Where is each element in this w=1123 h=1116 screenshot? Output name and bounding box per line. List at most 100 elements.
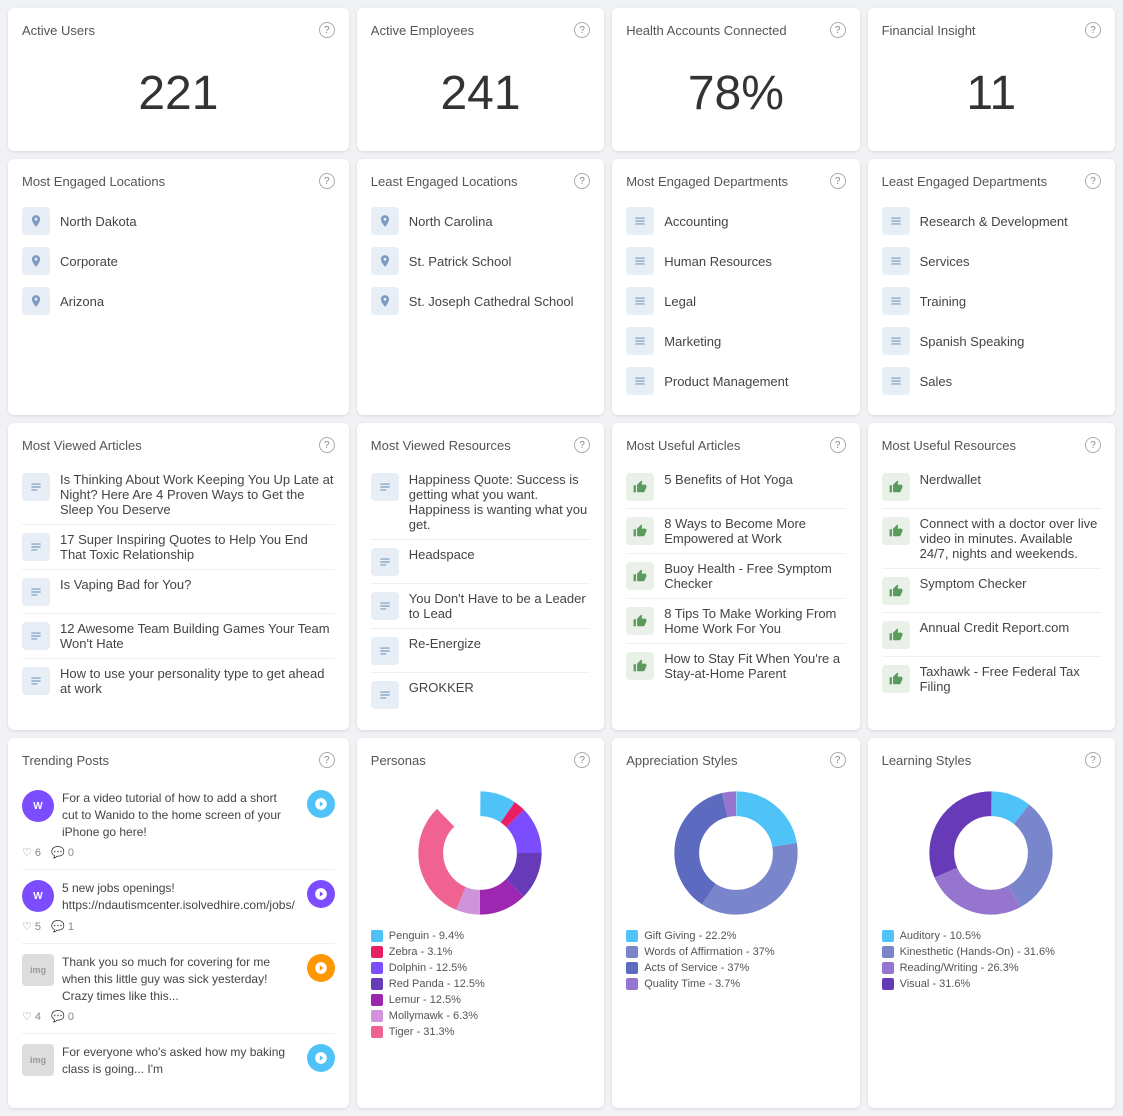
legend-item: Penguin - 9.4% <box>371 928 590 944</box>
list-item: Is Thinking About Work Keeping You Up La… <box>22 465 335 525</box>
stat-title-financial-insight: Financial Insight <box>882 23 976 38</box>
help-icon-health-accounts[interactable]: ? <box>830 22 846 38</box>
resource-label: Taxhawk - Free Federal Tax Filing <box>920 664 1101 694</box>
dept-icon <box>882 287 910 315</box>
list-item: img Thank you so much for covering for m… <box>22 944 335 1034</box>
resource-icon <box>371 637 399 665</box>
help-icon-most-useful-articles[interactable]: ? <box>830 437 846 453</box>
location-icon <box>371 287 399 315</box>
resource-label: Re-Energize <box>409 636 481 651</box>
list-item: 5 Benefits of Hot Yoga <box>626 465 845 509</box>
legend-item: Red Panda - 12.5% <box>371 976 590 992</box>
dept-icon <box>882 247 910 275</box>
list-item: Corporate <box>22 241 335 281</box>
dashboard: Active Users ? 221 Active Employees ? 24… <box>0 0 1123 1116</box>
location-label: Corporate <box>60 254 118 269</box>
stat-financial-insight: Financial Insight ? 11 <box>868 8 1115 151</box>
help-icon-active-employees[interactable]: ? <box>574 22 590 38</box>
list-item: img For everyone who's asked how my baki… <box>22 1034 335 1094</box>
stat-value-health-accounts: 78% <box>626 50 845 137</box>
post-comments: 💬 0 <box>51 1010 74 1023</box>
dept-label: Spanish Speaking <box>920 334 1025 349</box>
help-icon-personas[interactable]: ? <box>574 752 590 768</box>
location-icon <box>22 247 50 275</box>
legend-item: Kinesthetic (Hands-On) - 31.6% <box>882 944 1101 960</box>
help-icon-appreciation-styles[interactable]: ? <box>830 752 846 768</box>
dept-label: Sales <box>920 374 953 389</box>
post-comments: 💬 0 <box>51 846 74 859</box>
dept-label: Training <box>920 294 966 309</box>
article-label: 8 Ways to Become More Empowered at Work <box>664 516 845 546</box>
post-avatar: img <box>22 954 54 986</box>
most-engaged-departments-title: Most Engaged Departments <box>626 174 788 189</box>
legend-item: Lemur - 12.5% <box>371 992 590 1008</box>
appreciation-donut-container: Gift Giving - 22.2% Words of Affirmation… <box>626 780 845 1000</box>
help-icon-active-users[interactable]: ? <box>319 22 335 38</box>
list-item: Symptom Checker <box>882 569 1101 613</box>
location-icon <box>22 207 50 235</box>
help-icon-most-engaged-departments[interactable]: ? <box>830 173 846 189</box>
resource-label: Symptom Checker <box>920 576 1027 591</box>
help-icon-trending-posts[interactable]: ? <box>319 752 335 768</box>
list-item: 8 Ways to Become More Empowered at Work <box>626 509 845 554</box>
article-label: How to use your personality type to get … <box>60 666 335 696</box>
dept-label: Product Management <box>664 374 788 389</box>
stat-health-accounts: Health Accounts Connected ? 78% <box>612 8 859 151</box>
legend-item: Visual - 31.6% <box>882 976 1101 992</box>
post-badge <box>307 954 335 982</box>
thumbs-up-icon <box>882 621 910 649</box>
legend-item: Tiger - 31.3% <box>371 1024 590 1040</box>
list-item: Nerdwallet <box>882 465 1101 509</box>
trending-posts-title: Trending Posts <box>22 753 109 768</box>
resource-label: Annual Credit Report.com <box>920 620 1070 635</box>
thumbs-up-icon <box>626 473 654 501</box>
list-item: Marketing <box>626 321 845 361</box>
dept-label: Human Resources <box>664 254 772 269</box>
help-icon-least-engaged-locations[interactable]: ? <box>574 173 590 189</box>
help-icon-most-viewed-resources[interactable]: ? <box>574 437 590 453</box>
least-engaged-departments-title: Least Engaged Departments <box>882 174 1048 189</box>
help-icon-least-engaged-departments[interactable]: ? <box>1085 173 1101 189</box>
location-label: St. Patrick School <box>409 254 512 269</box>
post-avatar: W <box>22 880 54 912</box>
article-icon <box>22 622 50 650</box>
help-icon-most-engaged-locations[interactable]: ? <box>319 173 335 189</box>
list-item: St. Patrick School <box>371 241 590 281</box>
resource-label: You Don't Have to be a Leader to Lead <box>409 591 590 621</box>
help-icon-most-viewed-articles[interactable]: ? <box>319 437 335 453</box>
most-useful-resources: Most Useful Resources ? Nerdwallet Conne… <box>868 423 1115 730</box>
help-icon-learning-styles[interactable]: ? <box>1085 752 1101 768</box>
list-item: 12 Awesome Team Building Games Your Team… <box>22 614 335 659</box>
appreciation-styles-title: Appreciation Styles <box>626 753 737 768</box>
learning-styles-title: Learning Styles <box>882 753 972 768</box>
location-label: North Dakota <box>60 214 137 229</box>
learning-legend: Auditory - 10.5% Kinesthetic (Hands-On) … <box>882 928 1101 992</box>
help-icon-most-useful-resources[interactable]: ? <box>1085 437 1101 453</box>
article-icon <box>22 533 50 561</box>
list-item: St. Joseph Cathedral School <box>371 281 590 321</box>
thumbs-up-icon <box>882 665 910 693</box>
list-item: North Dakota <box>22 201 335 241</box>
personas-card: Personas ? Penguin - 9.4% Zebra - 3.1% D… <box>357 738 604 1108</box>
dept-icon <box>626 287 654 315</box>
most-useful-articles: Most Useful Articles ? 5 Benefits of Hot… <box>612 423 859 730</box>
most-viewed-articles: Most Viewed Articles ? Is Thinking About… <box>8 423 349 730</box>
post-avatar: img <box>22 1044 54 1076</box>
resource-label: Happiness Quote: Success is getting what… <box>409 472 590 532</box>
least-engaged-locations-title: Least Engaged Locations <box>371 174 518 189</box>
dept-label: Marketing <box>664 334 721 349</box>
stat-value-active-users: 221 <box>22 50 335 137</box>
list-item: Sales <box>882 361 1101 401</box>
stat-title-health-accounts: Health Accounts Connected <box>626 23 786 38</box>
list-item: 8 Tips To Make Working From Home Work Fo… <box>626 599 845 644</box>
list-item: Product Management <box>626 361 845 401</box>
list-item: Spanish Speaking <box>882 321 1101 361</box>
resource-icon <box>371 473 399 501</box>
list-item: Legal <box>626 281 845 321</box>
location-icon <box>371 207 399 235</box>
list-item: You Don't Have to be a Leader to Lead <box>371 584 590 629</box>
help-icon-financial-insight[interactable]: ? <box>1085 22 1101 38</box>
post-badge <box>307 1044 335 1072</box>
dept-icon <box>882 367 910 395</box>
personas-legend: Penguin - 9.4% Zebra - 3.1% Dolphin - 12… <box>371 928 590 1040</box>
